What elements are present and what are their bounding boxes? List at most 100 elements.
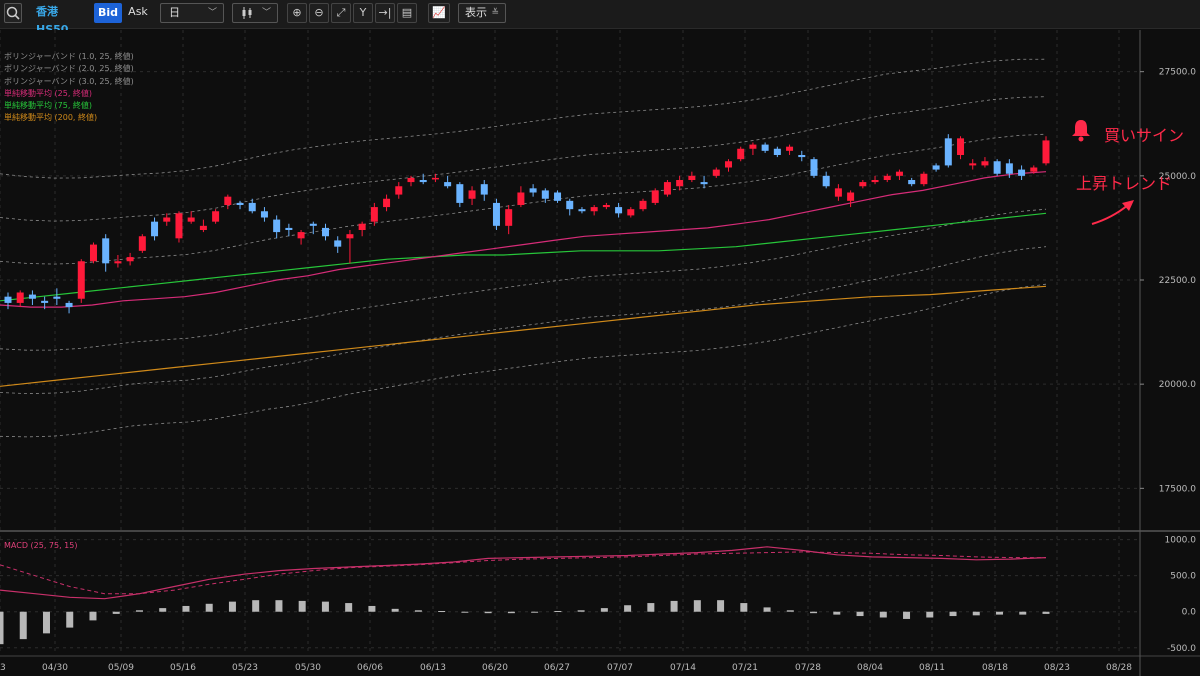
candle-body bbox=[847, 192, 855, 201]
macd-histogram-bar bbox=[693, 600, 701, 612]
bell-icon bbox=[1070, 118, 1092, 146]
date-tick-label: 07/07 bbox=[607, 663, 633, 673]
candle-body bbox=[199, 225, 207, 230]
candle-body bbox=[773, 148, 781, 155]
macd-panel bbox=[0, 546, 1050, 645]
date-tick-label: 23 bbox=[0, 663, 6, 673]
candle-body bbox=[932, 165, 940, 170]
candle-body bbox=[444, 182, 452, 187]
macd-tick-label: 0.0 bbox=[1182, 608, 1197, 618]
macd-line bbox=[0, 546, 1047, 600]
macd-histogram-bar bbox=[856, 611, 864, 617]
timeframe-select[interactable]: 日 ﹀ bbox=[160, 3, 224, 23]
candle-body bbox=[28, 294, 36, 299]
zoom-in-icon[interactable]: ⊕ bbox=[287, 3, 307, 23]
candle-body bbox=[285, 227, 293, 230]
legend-item: ボリンジャーバンド (2.0, 25, 終値) bbox=[4, 64, 134, 74]
macd-histogram-bar bbox=[1019, 611, 1027, 615]
date-tick-label: 08/04 bbox=[857, 663, 883, 673]
indicator-icon[interactable]: 📈 bbox=[428, 3, 450, 23]
candle-body bbox=[370, 207, 378, 222]
timeframe-value: 日 bbox=[169, 6, 180, 19]
candle-body bbox=[957, 138, 965, 155]
symbol-label[interactable]: 香港HS50 bbox=[36, 3, 88, 36]
chevron-down-icon: ﹀ bbox=[261, 8, 271, 18]
date-tick-label: 06/20 bbox=[482, 663, 508, 673]
candle-body bbox=[737, 148, 745, 160]
candle-body bbox=[700, 182, 708, 185]
price-tick-label: 20000.0 bbox=[1159, 380, 1196, 390]
macd-histogram-bar bbox=[228, 601, 236, 612]
candle-body bbox=[187, 217, 195, 222]
macd-label: MACD (25, 75, 15) bbox=[4, 541, 78, 550]
candle-body bbox=[1042, 140, 1050, 164]
zoom-out-icon[interactable]: ⊖ bbox=[309, 3, 329, 23]
date-tick-label: 05/09 bbox=[108, 663, 134, 673]
candle-body bbox=[224, 196, 232, 205]
time-axis: 23 04/30 05/09 05/16 05/23 05/30 06/06 06/13 06/… bbox=[0, 663, 1132, 673]
date-tick-label: 07/28 bbox=[795, 663, 821, 673]
candle-body bbox=[651, 190, 659, 203]
candle-body bbox=[151, 221, 159, 237]
chevron-down-icon: ≚ bbox=[491, 8, 499, 18]
candle-body bbox=[761, 144, 769, 151]
candle-body bbox=[346, 234, 354, 239]
date-tick-label: 05/16 bbox=[170, 663, 196, 673]
bid-button[interactable]: Bid bbox=[94, 3, 122, 23]
chart-area[interactable]: 27500.025000.022500.020000.017500.01000.… bbox=[0, 28, 1200, 676]
macd-histogram-bar bbox=[949, 611, 957, 617]
legend-item: ボリンジャーバンド (1.0, 25, 終値) bbox=[4, 52, 134, 61]
macd-histogram-bar bbox=[321, 601, 329, 612]
document-icon[interactable]: ▤ bbox=[397, 3, 417, 23]
candle-body bbox=[566, 200, 574, 210]
ask-button[interactable]: Ask bbox=[124, 3, 152, 23]
macd-histogram-bar bbox=[507, 611, 515, 614]
date-tick-label: 04/30 bbox=[42, 663, 68, 673]
macd-histogram-bar bbox=[438, 611, 446, 613]
candle-body bbox=[1018, 169, 1026, 176]
candle-body bbox=[4, 296, 12, 303]
chart-type-select[interactable]: ﹀ bbox=[232, 3, 278, 23]
display-label: 表示 bbox=[465, 6, 487, 19]
macd-histogram-bar bbox=[786, 610, 794, 612]
candle-body bbox=[724, 161, 732, 168]
candle-body bbox=[102, 238, 110, 264]
macd-histogram-bar bbox=[926, 611, 934, 618]
macd-histogram-bar bbox=[42, 611, 50, 634]
macd-histogram-bar bbox=[391, 608, 399, 612]
candle-body bbox=[297, 232, 305, 239]
legend-item: ボリンジャーバンド (3.0, 25, 終値) bbox=[4, 76, 134, 86]
fit-screen-icon[interactable]: ⤢ bbox=[331, 3, 351, 23]
scroll-latest-icon[interactable]: →| bbox=[375, 3, 395, 23]
macd-histogram-bar bbox=[717, 600, 725, 612]
indicator-legend: ボリンジャーバンド (1.0, 25, 終値) ボリンジャーバンド (2.0, … bbox=[4, 51, 134, 125]
chevron-down-icon: ﹀ bbox=[207, 8, 217, 18]
candle-body bbox=[163, 217, 171, 222]
candle-body bbox=[944, 138, 952, 166]
candle-body bbox=[395, 186, 403, 195]
display-menu-button[interactable]: 表示 ≚ bbox=[458, 3, 506, 23]
date-tick-label: 05/30 bbox=[295, 663, 321, 673]
buy-signal-label: 買いサイン bbox=[1104, 126, 1185, 145]
macd-tick-label: 1000.0 bbox=[1165, 536, 1197, 546]
candlestick-icon bbox=[242, 7, 252, 19]
candle-body bbox=[993, 161, 1001, 174]
candle-body bbox=[138, 236, 146, 251]
candle-body bbox=[871, 180, 879, 183]
macd-histogram-bar bbox=[624, 605, 632, 612]
macd-histogram-bar bbox=[740, 603, 748, 612]
macd-histogram-bar bbox=[19, 611, 27, 640]
chart-grid bbox=[0, 30, 1200, 676]
candle-body bbox=[529, 188, 537, 193]
candle-body bbox=[175, 213, 183, 239]
legend-item: 単純移動平均 (25, 終値) bbox=[4, 88, 93, 98]
macd-histogram-bar bbox=[810, 611, 818, 614]
macd-histogram-bar bbox=[996, 611, 1004, 615]
search-icon[interactable] bbox=[4, 3, 22, 23]
candle-body bbox=[358, 223, 366, 230]
candle-body bbox=[236, 202, 244, 205]
lock-axis-icon[interactable]: Y bbox=[353, 3, 373, 23]
date-tick-label: 08/11 bbox=[919, 663, 945, 673]
price-tick-label: 17500.0 bbox=[1159, 484, 1196, 494]
macd-histogram-bar bbox=[112, 611, 120, 614]
